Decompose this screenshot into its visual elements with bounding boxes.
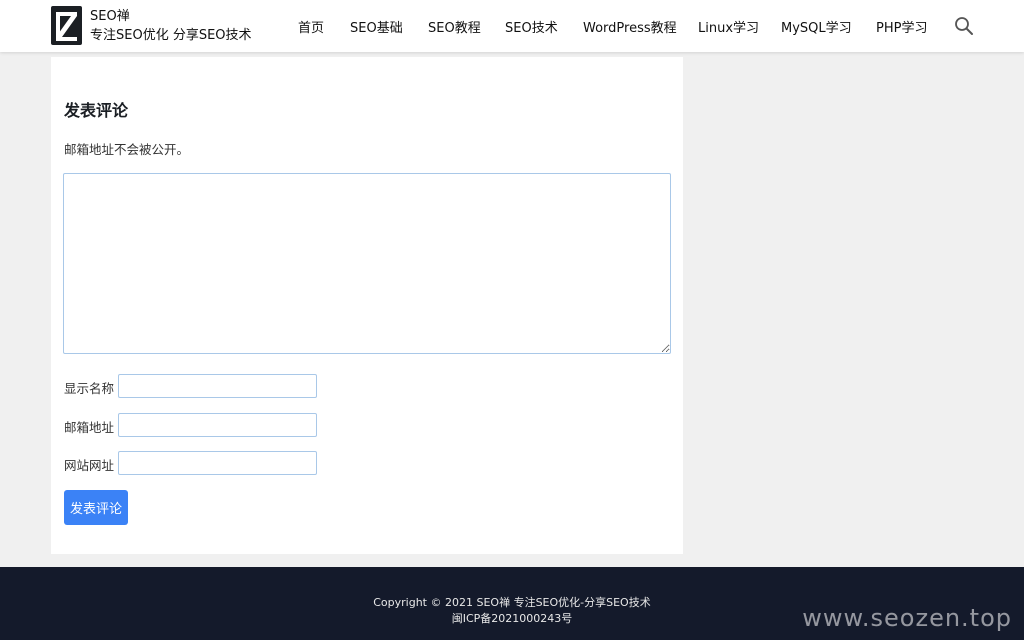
url-input[interactable] — [118, 451, 317, 475]
author-label: 显示名称 — [64, 381, 115, 396]
nav-item-linux[interactable]: Linux学习 — [698, 17, 759, 37]
nav-item-wordpress[interactable]: WordPress教程 — [583, 17, 677, 37]
url-label: 网站网址 — [64, 458, 115, 473]
site-footer: Copyright © 2021 SEO禅 专注SEO优化-分享SEO技术 闽I… — [0, 567, 1024, 640]
search-icon[interactable] — [954, 16, 974, 36]
comment-textarea[interactable] — [63, 173, 671, 354]
nav-item-seo-tech[interactable]: SEO技术 — [505, 17, 558, 37]
site-header: SEO禅 专注SEO优化 分享SEO技术 首页 SEO基础 SEO教程 SEO技… — [0, 0, 1024, 52]
submit-comment-button[interactable]: 发表评论 — [64, 490, 128, 525]
nav-item-seo-basics[interactable]: SEO基础 — [350, 17, 403, 37]
nav-item-seo-tutorial[interactable]: SEO教程 — [428, 17, 481, 37]
site-logo[interactable] — [51, 6, 82, 45]
email-input[interactable] — [118, 413, 317, 437]
email-label: 邮箱地址 — [64, 420, 115, 435]
nav-item-mysql[interactable]: MySQL学习 — [781, 17, 852, 37]
site-description: 专注SEO优化 分享SEO技术 — [90, 28, 252, 43]
comment-form-card: 发表评论 邮箱地址不会被公开。 显示名称 邮箱地址 网站网址 发表评论 — [51, 57, 683, 554]
comment-form-title: 发表评论 — [64, 101, 129, 120]
nav-item-home[interactable]: 首页 — [298, 17, 324, 37]
comment-notes: 邮箱地址不会被公开。 — [64, 142, 190, 157]
site-name[interactable]: SEO禅 — [90, 8, 130, 25]
nav-item-php[interactable]: PHP学习 — [876, 17, 927, 37]
author-input[interactable] — [118, 374, 317, 398]
watermark-text: www.seozen.top — [802, 604, 1012, 632]
